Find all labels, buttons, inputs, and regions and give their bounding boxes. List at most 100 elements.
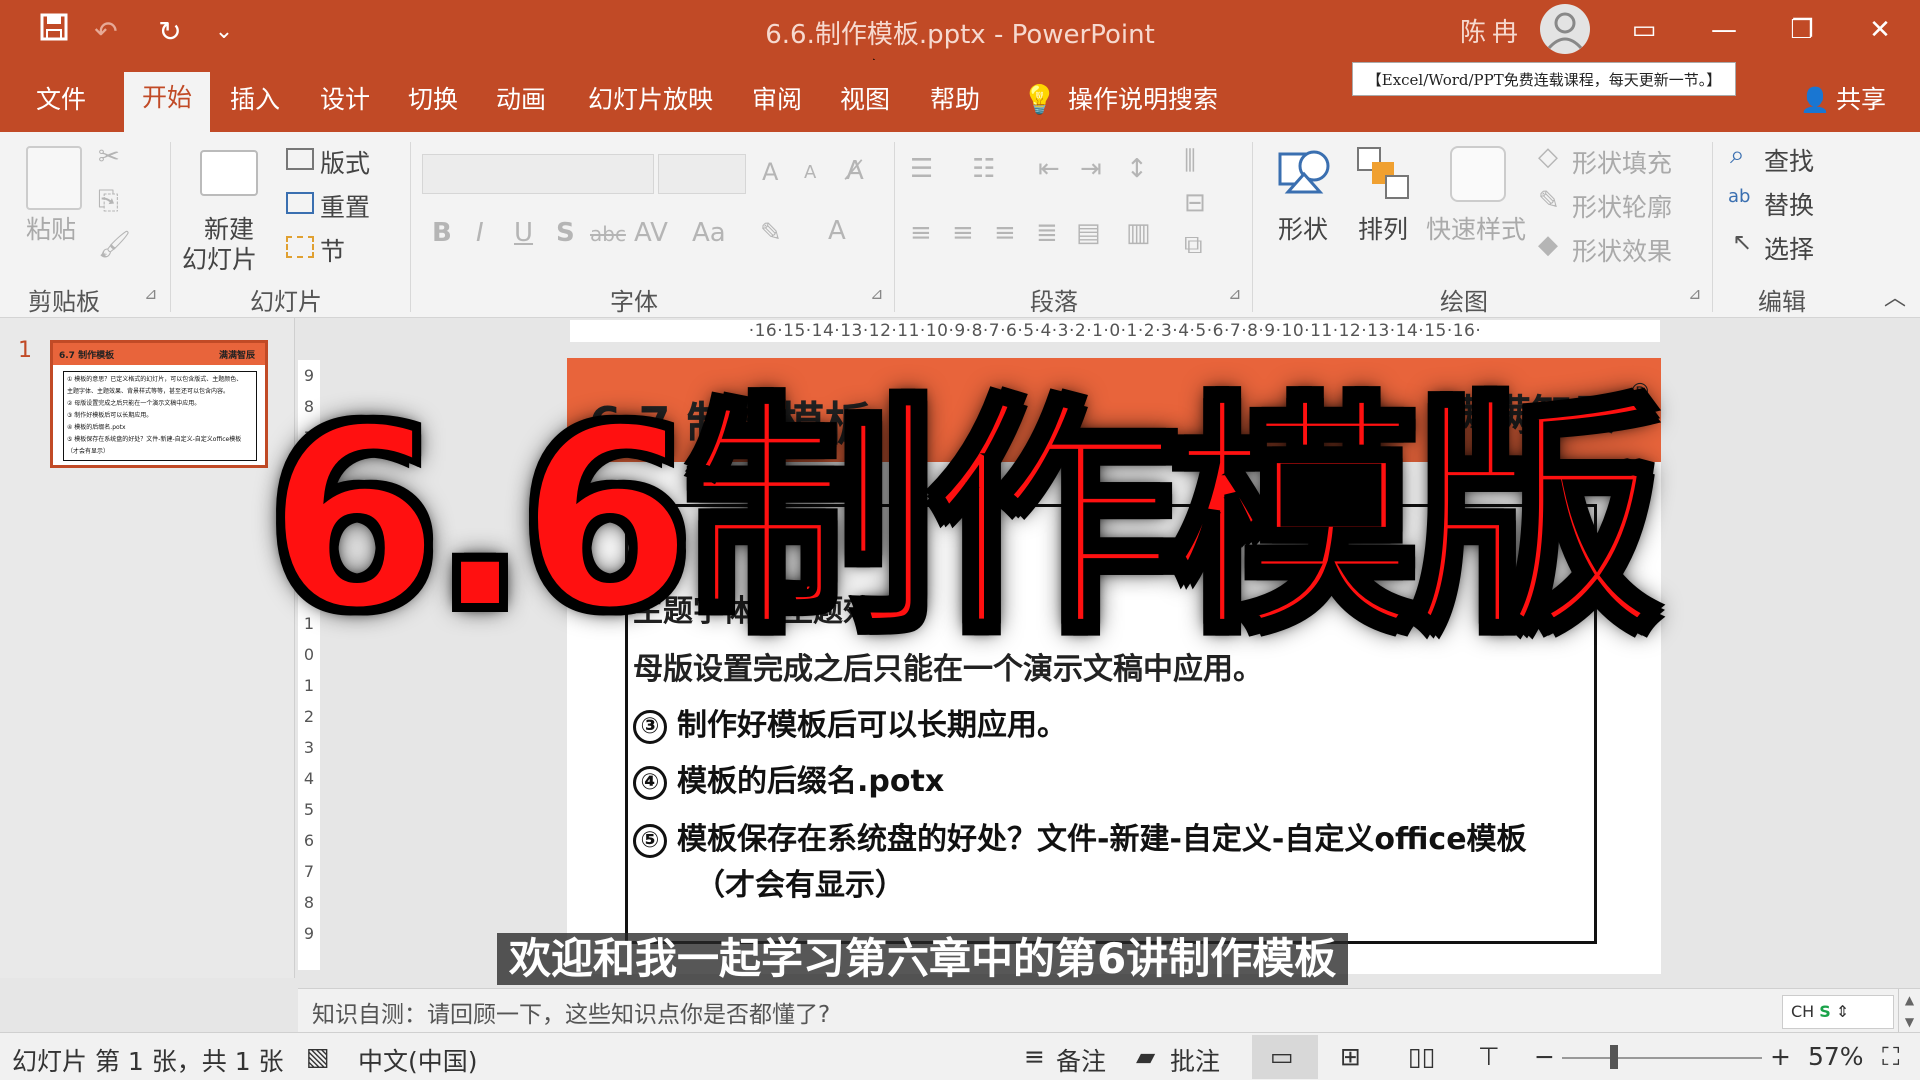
reading-view-icon[interactable]: ▯▯ <box>1408 1042 1436 1071</box>
arrange-icon[interactable] <box>1356 146 1412 202</box>
font-name-select[interactable] <box>422 154 654 194</box>
notes-scrollbar[interactable]: ▲ ▼ <box>1898 989 1920 1033</box>
align-right-icon[interactable]: ≡ <box>994 218 1016 248</box>
close-button[interactable]: ✕ <box>1850 8 1910 52</box>
font-size-select[interactable] <box>658 154 746 194</box>
replace-button[interactable]: 替换 <box>1764 186 1814 222</box>
spellcheck-icon[interactable]: ▧ <box>306 1042 330 1071</box>
reset-icon[interactable] <box>286 192 314 214</box>
notes-pane[interactable]: 知识自测：请回顾一下，这些知识点你是否都懂了? CH S ⇕ ▲ ▼ <box>298 988 1920 1033</box>
undo-icon[interactable]: ↶ <box>86 12 126 52</box>
save-icon[interactable] <box>34 12 74 52</box>
char-spacing-button[interactable]: AV <box>634 218 668 248</box>
shape-fill-button[interactable]: 形状填充 <box>1572 144 1672 180</box>
layout-icon[interactable] <box>286 148 314 170</box>
bullets-icon[interactable]: ☰ <box>910 154 933 184</box>
clear-format-icon[interactable]: A̸ <box>846 156 864 186</box>
select-button[interactable]: 选择 <box>1764 230 1814 266</box>
align-center-icon[interactable]: ≡ <box>952 218 974 248</box>
tell-me-search[interactable]: 操作说明搜索 <box>1068 80 1218 132</box>
zoom-slider-track[interactable] <box>1562 1057 1762 1059</box>
numbering-icon[interactable]: ☷ <box>972 154 995 184</box>
redo-icon[interactable]: ↻ <box>150 12 190 52</box>
avatar[interactable] <box>1540 4 1590 54</box>
copy-icon[interactable]: ⎘ <box>98 186 119 217</box>
shape-effects-button[interactable]: 形状效果 <box>1572 232 1672 268</box>
tab-view[interactable]: 视图 <box>840 80 890 132</box>
tab-file[interactable]: 文件 <box>36 80 86 132</box>
italic-button[interactable]: I <box>476 218 484 248</box>
zoom-level[interactable]: 57% <box>1808 1042 1864 1071</box>
shadow-button[interactable]: S <box>556 218 575 248</box>
drawing-dialog-icon[interactable]: ⊿ <box>1688 284 1701 303</box>
slideshow-icon[interactable]: ⊤ <box>1478 1042 1500 1071</box>
dialog-launcher-icon[interactable]: ⊿ <box>144 284 157 303</box>
zoom-out-button[interactable]: − <box>1534 1042 1555 1071</box>
zoom-slider-handle[interactable] <box>1610 1045 1618 1069</box>
section-button[interactable]: 节 <box>320 232 345 268</box>
font-dialog-icon[interactable]: ⊿ <box>870 284 883 303</box>
language-status[interactable]: 中文(中国) <box>358 1042 478 1078</box>
justify-icon[interactable]: ≣ <box>1036 218 1058 248</box>
decrease-indent-icon[interactable]: ⇤ <box>1038 154 1060 184</box>
cut-icon[interactable]: ✂ <box>98 142 120 172</box>
new-slide-icon[interactable] <box>200 150 258 196</box>
tab-review[interactable]: 审阅 <box>752 80 802 132</box>
distributed-icon[interactable]: ▤ <box>1076 218 1101 248</box>
section-icon[interactable] <box>286 236 314 258</box>
replace-icon[interactable]: ab <box>1728 186 1750 207</box>
text-direction-icon[interactable]: ⫼ <box>1184 146 1196 177</box>
notes-button[interactable]: 备注 <box>1056 1042 1106 1078</box>
slide-item-4[interactable]: ④ 模板的后缀名.potx <box>633 756 944 800</box>
grow-font-icon[interactable]: A <box>762 158 778 186</box>
tab-slideshow[interactable]: 幻灯片放映 <box>588 80 713 132</box>
tab-home[interactable]: 开始 <box>124 72 211 132</box>
quick-styles-button[interactable]: 快速样式 <box>1426 210 1526 246</box>
columns-icon[interactable]: ▥ <box>1126 218 1151 248</box>
fit-slide-icon[interactable]: ⛶ <box>1882 1042 1900 1072</box>
comments-button[interactable]: 批注 <box>1170 1042 1220 1078</box>
smartart-icon[interactable]: ⧉ <box>1184 230 1203 261</box>
share-icon[interactable]: 👤 <box>1800 80 1830 132</box>
strikethrough-button[interactable]: abc <box>590 222 626 246</box>
shapes-button[interactable]: 形状 <box>1278 210 1328 246</box>
tab-design[interactable]: 设计 <box>320 80 370 132</box>
arrange-button[interactable]: 排列 <box>1358 210 1408 246</box>
new-slide-line2[interactable]: 幻灯片 <box>182 240 257 276</box>
collapse-ribbon-icon[interactable]: ︿ <box>1884 280 1906 312</box>
tab-animations[interactable]: 动画 <box>496 80 546 132</box>
slide-item-5[interactable]: ⑤ 模板保存在系统盘的好处？文件-新建-自定义-自定义office模板 <box>633 814 1527 858</box>
find-icon[interactable]: ⌕ <box>1730 140 1745 171</box>
shape-outline-button[interactable]: 形状轮廓 <box>1572 188 1672 224</box>
highlight-icon[interactable]: ✎ <box>760 218 782 248</box>
slide-item-3[interactable]: ③ 制作好模板后可以长期应用。 <box>633 700 1067 744</box>
paragraph-dialog-icon[interactable]: ⊿ <box>1228 284 1241 303</box>
ime-indicator[interactable]: CH S ⇕ <box>1782 995 1894 1029</box>
zoom-in-button[interactable]: + <box>1770 1042 1791 1071</box>
layout-button[interactable]: 版式 <box>320 144 370 180</box>
increase-indent-icon[interactable]: ⇥ <box>1080 154 1102 184</box>
reset-button[interactable]: 重置 <box>320 188 370 224</box>
underline-button[interactable]: U <box>514 218 533 248</box>
line-spacing-icon[interactable]: ↕ <box>1126 154 1148 184</box>
notes-icon[interactable]: ≡ <box>1024 1042 1045 1071</box>
quick-styles-icon[interactable] <box>1450 146 1506 202</box>
tab-transitions[interactable]: 切换 <box>408 80 458 132</box>
user-name[interactable]: 陈冉 <box>1460 12 1524 49</box>
format-painter-icon[interactable]: 🖌 <box>98 230 131 260</box>
shape-fill-icon[interactable]: ◇ <box>1538 142 1558 172</box>
shape-outline-icon[interactable]: ✎ <box>1538 186 1560 216</box>
paste-icon[interactable] <box>26 146 82 210</box>
tab-help[interactable]: 帮助 <box>930 80 980 132</box>
customize-qat-icon[interactable]: ⌄ <box>204 12 244 52</box>
share-button[interactable]: 共享 <box>1836 80 1886 132</box>
font-color-button[interactable]: A <box>828 216 846 246</box>
lightbulb-icon[interactable]: 💡 <box>1022 80 1057 132</box>
tab-insert[interactable]: 插入 <box>230 80 280 132</box>
shrink-font-icon[interactable]: A <box>804 162 816 183</box>
change-case-button[interactable]: Aa <box>692 218 726 248</box>
ribbon-display-icon[interactable]: ▭ <box>1614 8 1674 52</box>
select-icon[interactable]: ↖ <box>1732 228 1752 256</box>
shape-effects-icon[interactable]: ◆ <box>1538 230 1558 260</box>
restore-button[interactable]: ❐ <box>1772 8 1832 52</box>
